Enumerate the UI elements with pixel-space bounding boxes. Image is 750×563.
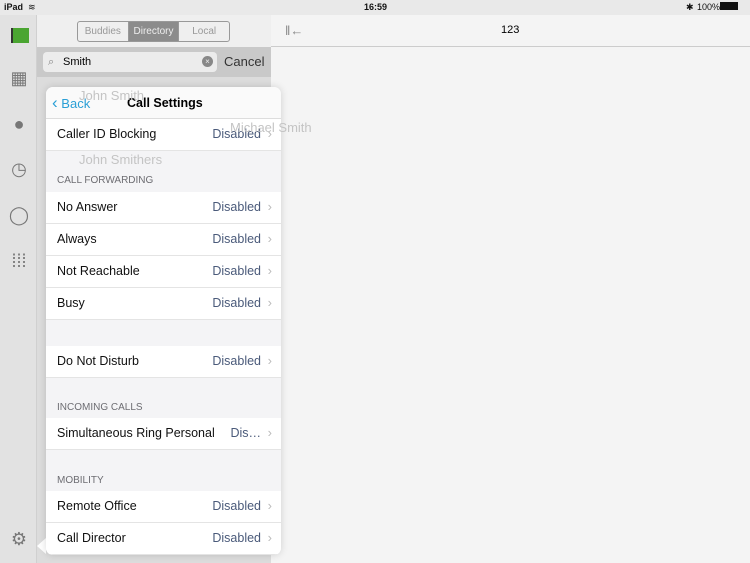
- row-busy[interactable]: Busy Disabled ›: [46, 288, 281, 320]
- gear-icon[interactable]: ⚙: [8, 528, 30, 550]
- directory-segmented-control: Buddies Directory Local: [77, 21, 230, 42]
- battery-percent: 100%: [697, 2, 721, 12]
- dialpad-icon[interactable]: ⁞⁞⁞: [8, 250, 30, 272]
- row-label: No Answer: [57, 200, 118, 214]
- search-value: Smith: [63, 56, 92, 68]
- search-input[interactable]: ⌕ Smith ×: [43, 52, 217, 72]
- row-label: Busy: [57, 296, 85, 310]
- row-label: Remote Office: [57, 499, 137, 513]
- row-label: Simultaneous Ring Personal: [57, 426, 215, 440]
- clear-icon[interactable]: ×: [202, 56, 213, 67]
- chevron-right-icon: ›: [267, 498, 272, 513]
- chevron-right-icon: ›: [267, 126, 272, 141]
- chat-icon[interactable]: ◯: [8, 204, 30, 226]
- detail-panel: ‖← 123: [271, 15, 750, 563]
- row-value: Disabled: [212, 499, 261, 513]
- detail-title: 123: [501, 24, 520, 36]
- call-settings-popover: ‹ Back Call Settings Caller ID Blocking D…: [46, 87, 281, 555]
- row-do-not-disturb[interactable]: Do Not Disturb Disabled ›: [46, 346, 281, 378]
- popover-arrow: [37, 538, 46, 554]
- battery-icon: [720, 2, 738, 10]
- chevron-right-icon: ›: [267, 263, 272, 278]
- section-header: INCOMING CALLS: [57, 402, 143, 413]
- search-icon: ⌕: [48, 56, 55, 68]
- row-not-reachable[interactable]: Not Reachable Disabled ›: [46, 256, 281, 288]
- back-button[interactable]: ‹ Back: [52, 93, 90, 113]
- row-call-director[interactable]: Call Director Disabled ›: [46, 523, 281, 555]
- wifi-icon: ≋: [28, 2, 36, 12]
- row-simultaneous-ring[interactable]: Simultaneous Ring Personal Dis… ›: [46, 418, 281, 450]
- device-label: iPad: [4, 2, 24, 12]
- status-bar: iPad ≋ 16:59 ✱ 100%: [0, 0, 750, 15]
- row-value: Disabled: [212, 354, 261, 368]
- clock: 16:59: [364, 2, 388, 12]
- row-label: Always: [57, 232, 97, 246]
- tab-local[interactable]: Local: [179, 22, 229, 41]
- cancel-button[interactable]: Cancel: [224, 54, 264, 69]
- chevron-right-icon: ›: [267, 425, 272, 440]
- bluetooth-icon: ✱: [686, 2, 694, 12]
- row-value: Disabled: [212, 232, 261, 246]
- row-label: Not Reachable: [57, 264, 140, 278]
- tab-buddies[interactable]: Buddies: [78, 22, 129, 41]
- chevron-left-icon: ‹: [52, 93, 58, 112]
- flag-icon[interactable]: [8, 25, 30, 47]
- chevron-right-icon: ›: [267, 530, 272, 545]
- sidebar: ▦ ● ◷ ◯ ⁞⁞⁞ ⚙: [0, 15, 37, 563]
- row-label: Call Director: [57, 531, 126, 545]
- tab-directory[interactable]: Directory: [128, 22, 180, 41]
- building-icon[interactable]: ▦: [8, 67, 30, 89]
- row-value: Dis…: [230, 426, 261, 440]
- row-value: Disabled: [212, 200, 261, 214]
- chevron-right-icon: ›: [267, 231, 272, 246]
- collapse-icon[interactable]: ‖←: [285, 23, 303, 38]
- row-value: Disabled: [212, 531, 261, 545]
- contact-icon[interactable]: ●: [8, 113, 30, 135]
- history-icon[interactable]: ◷: [8, 158, 30, 180]
- popover-title: Call Settings: [127, 96, 203, 110]
- row-no-answer[interactable]: No Answer Disabled ›: [46, 192, 281, 224]
- chevron-right-icon: ›: [267, 353, 272, 368]
- chevron-right-icon: ›: [267, 199, 272, 214]
- row-value: Disabled: [212, 127, 261, 141]
- row-label: Do Not Disturb: [57, 354, 139, 368]
- row-always[interactable]: Always Disabled ›: [46, 224, 281, 256]
- row-remote-office[interactable]: Remote Office Disabled ›: [46, 491, 281, 523]
- chevron-right-icon: ›: [267, 295, 272, 310]
- section-header: MOBILITY: [57, 475, 104, 486]
- row-value: Disabled: [212, 264, 261, 278]
- row-label: Caller ID Blocking: [57, 127, 157, 141]
- row-value: Disabled: [212, 296, 261, 310]
- back-label: Back: [61, 96, 91, 111]
- section-header: CALL FORWARDING: [57, 175, 154, 186]
- row-caller-id-blocking[interactable]: Caller ID Blocking Disabled ›: [46, 119, 281, 151]
